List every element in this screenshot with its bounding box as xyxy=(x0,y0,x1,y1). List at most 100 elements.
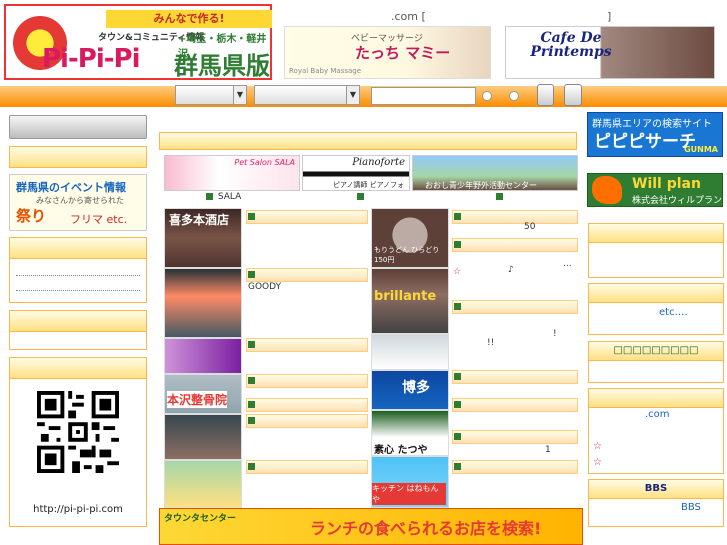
shop-banner-sala[interactable]: Pet Salon SALA xyxy=(164,155,300,191)
shop-thumb-sake[interactable]: 喜多本酒店 xyxy=(164,208,242,268)
bullet-icon xyxy=(248,376,255,384)
category-select[interactable]: ▼ xyxy=(175,85,247,105)
right-panel-header xyxy=(589,389,723,408)
shop-thumb-tatsuya[interactable]: 素心 たつや xyxy=(371,410,449,456)
shop-caption-text: SALA xyxy=(217,192,242,202)
shop-thumb-kitchen[interactable]: キッチン はねもんや xyxy=(371,456,449,508)
thumb-label: もりうどん ひらどり150円 xyxy=(374,246,440,264)
logo-prefecture: 群馬県版 xyxy=(174,52,270,80)
thumb-label: 素心 たつや xyxy=(374,445,428,456)
shop-row[interactable] xyxy=(452,300,578,314)
site-logo[interactable]: みんなで作る! タウン&コミュニティ情報 +埼玉・栃木・軽井沢 Pi-Pi-Pi… xyxy=(4,4,272,80)
bullet-icon xyxy=(454,212,461,220)
shop-row-text: 1 xyxy=(545,445,551,455)
bullet-icon xyxy=(454,302,461,310)
right-panel-etc[interactable]: etc.… xyxy=(659,307,688,318)
domain-text: .com [ xyxy=(391,10,426,23)
right-panel-header xyxy=(589,224,723,243)
right-panel-1 xyxy=(588,223,724,278)
shop-thumb-3r[interactable] xyxy=(371,334,449,370)
shop-row[interactable] xyxy=(246,268,368,282)
ad-cafe-name: Cafe De Printemps xyxy=(530,30,612,60)
chevron-down-icon: ▼ xyxy=(346,86,359,104)
shop-thumb-brillante[interactable]: brillante xyxy=(371,268,449,334)
ad-banner-cafe[interactable]: Cafe De Printemps xyxy=(505,26,715,79)
shop-row[interactable] xyxy=(246,374,368,388)
shop-row[interactable] xyxy=(452,210,578,224)
shop-row[interactable] xyxy=(452,460,578,474)
pipipi-search-banner[interactable]: 群馬県エリアの検索サイト ピピピサーチ GUNMA xyxy=(587,112,723,157)
willplan-banner[interactable]: Will plan 株式会社ウィルプラン xyxy=(587,173,723,207)
star-icon: ☆ xyxy=(593,441,602,452)
shop-row[interactable] xyxy=(452,370,578,384)
right-panel-bbs: BBS BBS xyxy=(588,479,724,527)
event-info-banner[interactable]: 群馬県のイベント情報 みなさんから寄せられた 祭り フリマ etc. xyxy=(9,174,147,231)
search-radio-1[interactable] xyxy=(482,91,492,101)
site-url[interactable]: http://pi-pi-pi.com xyxy=(9,504,147,515)
bullet-icon xyxy=(454,400,461,408)
shop-row[interactable] xyxy=(246,338,368,352)
search-button-2[interactable] xyxy=(564,84,582,106)
right-panel-link[interactable]: □□□□□□□□□ xyxy=(589,342,723,361)
thumb-label: brillante xyxy=(374,289,437,304)
shop-caption-sala[interactable]: SALA xyxy=(205,192,241,203)
area-select[interactable]: ▼ xyxy=(254,85,360,105)
ad-massage-name: たっち マミー xyxy=(355,44,451,62)
shop-thumb-bonesetter[interactable]: 本沢整骨院 xyxy=(164,374,242,414)
lunch-search-banner[interactable]: タウンタセンター ランチの食べられるお店を検索! xyxy=(159,508,583,545)
shop-banner-caption: ピアノ講師 ピアノフォルテ xyxy=(333,181,404,189)
right-panel-header xyxy=(589,284,723,303)
right-panel-com[interactable]: .com xyxy=(645,409,670,420)
shop-thumb-6[interactable] xyxy=(164,460,242,508)
search-radio-2[interactable] xyxy=(509,91,519,101)
search-input[interactable] xyxy=(371,87,476,105)
shop-row-text[interactable]: GOODY xyxy=(248,282,281,292)
shop-row[interactable] xyxy=(452,430,578,444)
shop-row-text: ! xyxy=(553,329,557,339)
shop-row[interactable] xyxy=(452,398,578,412)
shop-row[interactable] xyxy=(246,398,368,412)
shop-row[interactable] xyxy=(452,238,578,252)
thumb-label: 本沢整骨院 xyxy=(167,391,228,408)
bbs-link[interactable]: BBS xyxy=(681,502,701,513)
shop-banner-pianoforte[interactable]: Pianoforte ピアノ講師 ピアノフォルテ xyxy=(302,155,410,191)
elephant-icon xyxy=(592,176,622,204)
bullet-icon xyxy=(248,462,255,470)
shop-row[interactable] xyxy=(246,460,368,474)
shop-thumb-2[interactable] xyxy=(164,268,242,338)
pipipi-search-main: ピピピサーチ xyxy=(594,132,696,152)
right-panel-3: □□□□□□□□□ xyxy=(588,341,724,383)
banner-small: タウンタセンター xyxy=(164,514,237,524)
ad-banner-massage[interactable]: ベビーマッサージ たっち マミー Royal Baby Massage xyxy=(284,26,491,79)
willplan-company: 株式会社ウィルプラン xyxy=(632,196,723,206)
shop-thumb-hakata[interactable]: 博多 xyxy=(371,370,449,410)
login-button[interactable] xyxy=(9,115,147,139)
bullet-icon xyxy=(454,432,461,440)
event-title: 群馬県のイベント情報 xyxy=(16,181,126,194)
shop-row[interactable] xyxy=(246,414,368,428)
ad-massage-footer: Royal Baby Massage xyxy=(289,67,361,75)
bullet-icon xyxy=(248,270,255,278)
left-menu-header[interactable] xyxy=(9,146,147,168)
thumb-label: 博多 xyxy=(402,380,430,396)
divider xyxy=(16,290,140,291)
search-button[interactable] xyxy=(537,84,554,106)
banner-text: ランチの食べられるお店を検索! xyxy=(310,519,542,538)
shop-banner-title: Pet Salon SALA xyxy=(234,158,295,167)
bullet-icon xyxy=(248,400,255,408)
shop-caption-outdoor[interactable] xyxy=(495,192,505,203)
thumb-label: キッチン はねもんや xyxy=(372,483,446,505)
pipipi-search-sub: GUNMA xyxy=(684,145,718,154)
shop-row[interactable] xyxy=(246,210,368,224)
left-panel-2 xyxy=(9,310,147,350)
nav-bar xyxy=(0,86,727,107)
shop-caption-piano[interactable] xyxy=(356,192,366,203)
shop-thumb-5[interactable] xyxy=(164,414,242,460)
event-subtitle: みなさんから寄せられた xyxy=(36,196,124,205)
bullet-icon xyxy=(454,462,461,470)
thumb-label: 喜多本酒店 xyxy=(169,213,230,227)
shop-thumb-udon[interactable]: もりうどん ひらどり150円 xyxy=(371,208,449,268)
logo-tagline: みんなで作る! xyxy=(106,10,272,28)
shop-thumb-3[interactable] xyxy=(164,338,242,374)
shop-banner-outdoor[interactable]: おおし青少年野外活動センター xyxy=(412,155,578,191)
